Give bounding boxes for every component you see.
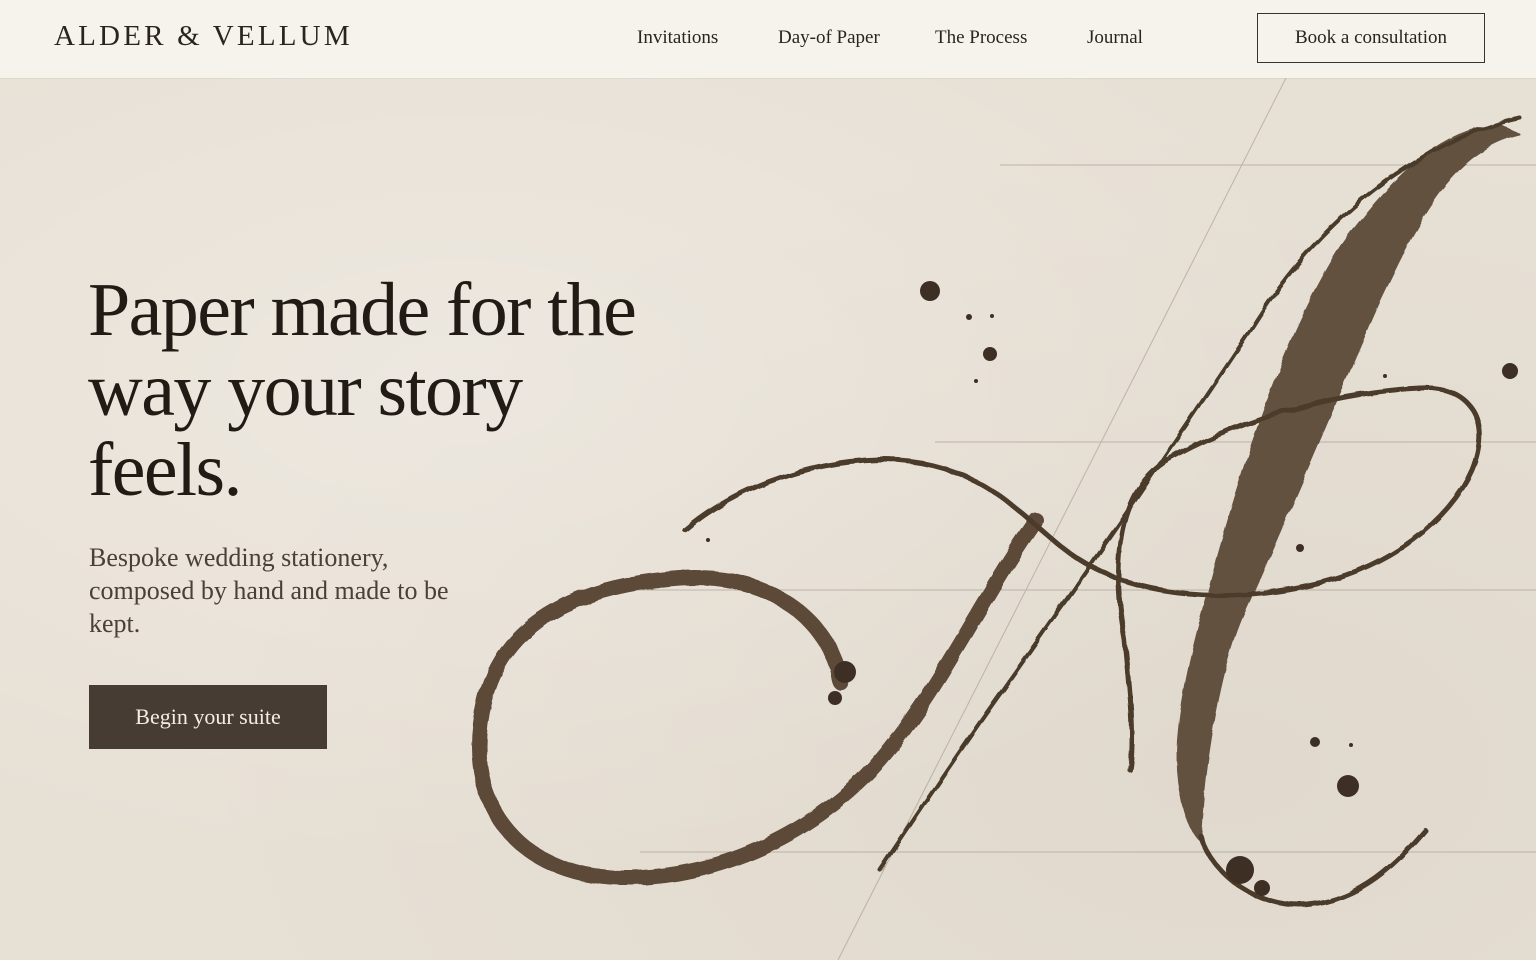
nav-link-the-process[interactable]: The Process bbox=[935, 27, 1027, 49]
guide-line-slant bbox=[837, 78, 1287, 960]
site-header: ALDER & VELLUM Invitations Day-of Paper … bbox=[0, 0, 1536, 78]
brand-logo[interactable]: ALDER & VELLUM bbox=[54, 20, 353, 53]
hero-title: Paper made for the way your story feels. bbox=[88, 268, 637, 512]
book-consultation-button[interactable]: Book a consultation bbox=[1257, 13, 1485, 63]
nav-link-journal[interactable]: Journal bbox=[1087, 27, 1143, 49]
nav-link-invitations[interactable]: Invitations bbox=[637, 27, 718, 49]
hero-subtitle: Bespoke wedding stationery, composed by … bbox=[89, 543, 449, 638]
begin-suite-button[interactable]: Begin your suite bbox=[89, 685, 327, 749]
letter-a-main-stroke bbox=[1176, 124, 1521, 841]
letter-a-left-swash bbox=[471, 512, 1044, 886]
nav-link-day-of-paper[interactable]: Day-of Paper bbox=[778, 27, 880, 49]
calligraphic-letter-a-illustration bbox=[471, 78, 1536, 960]
